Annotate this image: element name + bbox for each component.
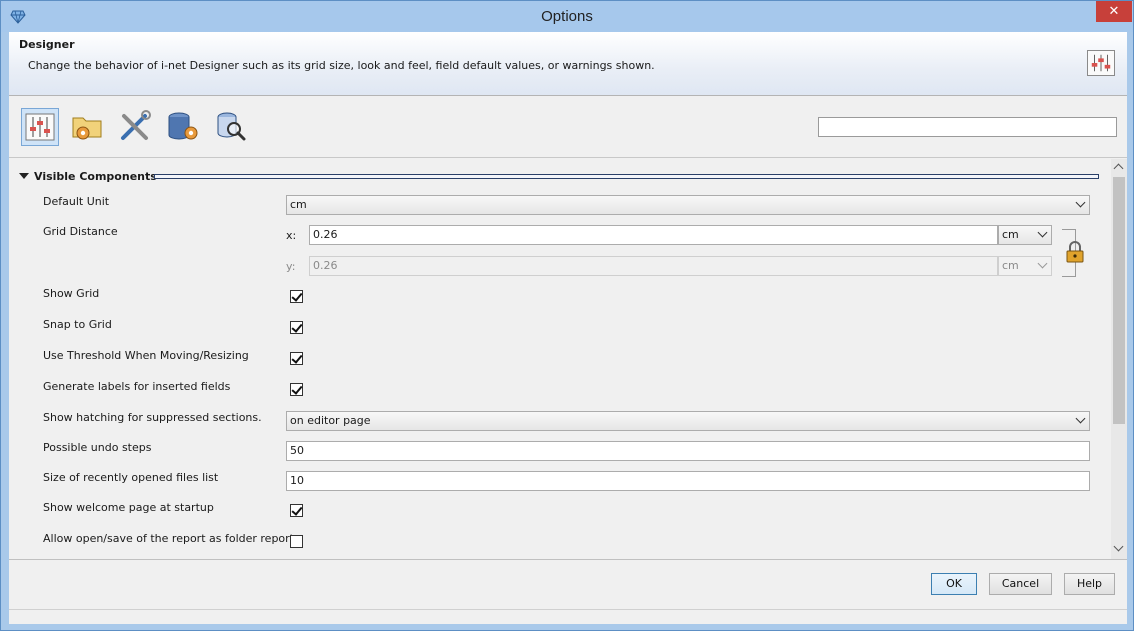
grid-x-unit-value: cm (1002, 228, 1019, 241)
help-button[interactable]: Help (1064, 573, 1115, 595)
scroll-up-icon[interactable] (1113, 163, 1124, 174)
window-title: Options (541, 8, 593, 25)
cancel-button[interactable]: Cancel (989, 573, 1052, 595)
page-description: Change the behavior of i-net Designer su… (28, 59, 655, 72)
grid-y-value: 0.26 (313, 259, 338, 272)
show-grid-checkbox[interactable] (290, 290, 303, 303)
options-content: Visible Components Default Unit cm Grid … (9, 159, 1127, 559)
sliders-icon (1087, 50, 1115, 76)
dialog-footer: OK Cancel Help (9, 559, 1127, 611)
chevron-down-icon (1037, 227, 1048, 238)
recent-files-label: Size of recently opened files list (43, 471, 219, 484)
category-toolbar (9, 97, 1127, 158)
grid-distance-label: Grid Distance (43, 225, 118, 238)
database-category-button[interactable] (165, 108, 203, 146)
folder-settings-category-button[interactable] (69, 108, 107, 146)
vertical-scrollbar[interactable] (1111, 159, 1127, 559)
page-header: Designer Change the behavior of i-net De… (9, 32, 1127, 96)
section-divider (154, 174, 1099, 179)
folder-report-label: Allow open/save of the report as folder … (43, 532, 294, 545)
recent-files-input[interactable]: 10 (286, 471, 1090, 491)
sliders-icon (25, 113, 55, 141)
scrollbar-thumb[interactable] (1113, 177, 1125, 424)
scroll-down-icon[interactable] (1113, 541, 1124, 552)
welcome-page-label: Show welcome page at startup (43, 501, 214, 514)
undo-steps-label: Possible undo steps (43, 441, 152, 454)
expand-arrow-icon[interactable] (19, 173, 29, 179)
grid-y-label: y: (286, 260, 296, 273)
options-search-input[interactable] (818, 117, 1117, 137)
options-window: Options ✕ Designer Change the behavior o… (0, 0, 1134, 631)
recent-files-value: 10 (290, 474, 304, 487)
undo-steps-input[interactable]: 50 (286, 441, 1090, 461)
default-unit-label: Default Unit (43, 195, 110, 208)
designer-category-button[interactable] (21, 108, 59, 146)
close-icon: ✕ (1108, 4, 1120, 19)
use-threshold-checkbox[interactable] (290, 352, 303, 365)
default-unit-value: cm (290, 198, 307, 211)
database-gear-icon (168, 112, 198, 140)
show-grid-label: Show Grid (43, 287, 100, 300)
search-database-icon (217, 112, 246, 141)
lock-icon[interactable] (1066, 241, 1084, 263)
dialog-body: Designer Change the behavior of i-net De… (9, 32, 1127, 624)
show-hatching-select[interactable]: on editor page (286, 411, 1090, 431)
show-hatching-value: on editor page (290, 414, 371, 427)
snap-to-grid-label: Snap to Grid (43, 318, 112, 331)
tools-category-button[interactable] (117, 108, 155, 146)
chevron-down-icon (1075, 413, 1086, 424)
title-bar[interactable]: Options ✕ (1, 1, 1133, 32)
grid-x-label: x: (286, 229, 297, 242)
chevron-down-icon (1075, 197, 1086, 208)
chevron-down-icon (1037, 258, 1048, 269)
undo-steps-value: 50 (290, 444, 304, 457)
grid-x-value: 0.26 (313, 228, 338, 241)
grid-y-input: 0.26 (309, 256, 998, 276)
use-threshold-label: Use Threshold When Moving/Resizing (43, 349, 249, 362)
grid-y-unit-select: cm (998, 256, 1052, 276)
default-unit-select[interactable]: cm (286, 195, 1090, 215)
grid-y-unit-value: cm (1002, 259, 1019, 272)
search-data-category-button[interactable] (213, 108, 251, 146)
grid-x-input[interactable]: 0.26 (309, 225, 998, 245)
ok-button[interactable]: OK (931, 573, 977, 595)
page-title: Designer (19, 38, 75, 51)
status-bar (9, 609, 1127, 624)
section-title: Visible Components (34, 170, 157, 183)
tools-icon (121, 110, 151, 140)
close-button[interactable]: ✕ (1096, 1, 1132, 22)
folder-gear-icon (72, 117, 102, 140)
snap-to-grid-checkbox[interactable] (290, 321, 303, 334)
section-visible-components[interactable]: Visible Components (17, 169, 1099, 185)
folder-report-checkbox[interactable] (290, 535, 303, 548)
generate-labels-label: Generate labels for inserted fields (43, 380, 231, 393)
show-hatching-label: Show hatching for suppressed sections. (43, 411, 262, 424)
generate-labels-checkbox[interactable] (290, 383, 303, 396)
welcome-page-checkbox[interactable] (290, 504, 303, 517)
grid-x-unit-select[interactable]: cm (998, 225, 1052, 245)
